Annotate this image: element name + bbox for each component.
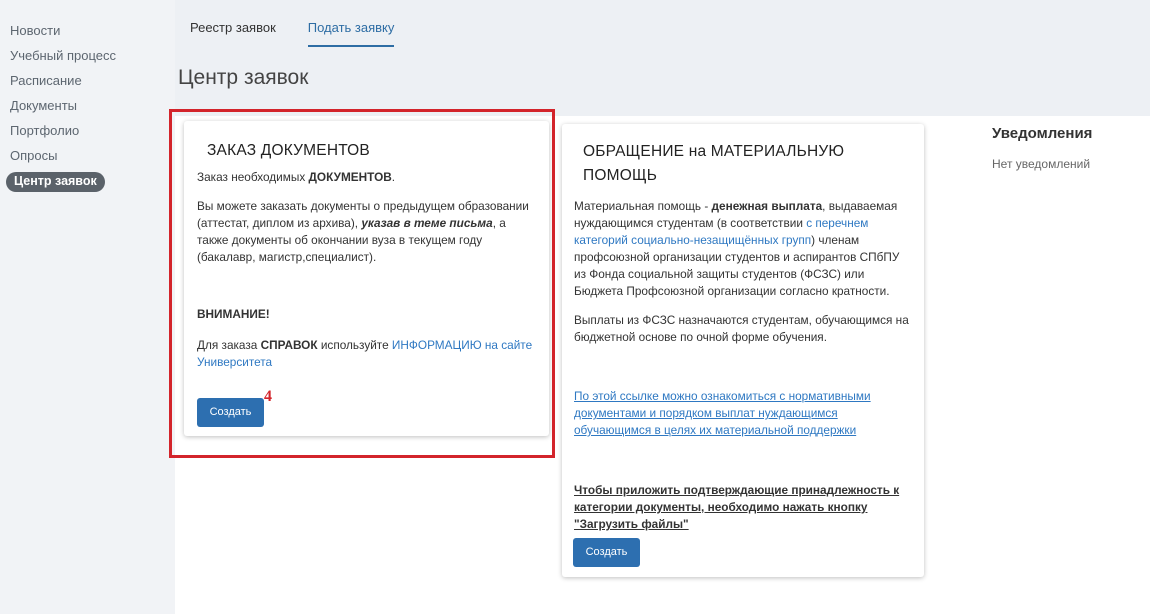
aid-bold: денежная выплата (711, 199, 823, 213)
payments-note: Выплаты из ФСЗС назначаются студентам, о… (574, 313, 909, 344)
sidebar-item-portfolio[interactable]: Портфолио (0, 122, 175, 139)
sidebar: Новости Учебный процесс Расписание Докум… (0, 0, 175, 614)
sidebar-item-request-center[interactable]: Центр заявок (6, 172, 105, 192)
notifications-empty-text: Нет уведомлений (992, 157, 1091, 171)
create-material-aid-button[interactable]: Создать (573, 538, 640, 567)
sidebar-item-surveys[interactable]: Опросы (0, 147, 175, 164)
regulations-link[interactable]: По этой ссылке можно ознакомиться с норм… (574, 389, 871, 437)
upload-instructions: Чтобы приложить подтверждающие принадлеж… (574, 482, 912, 533)
highlight-frame (169, 109, 555, 458)
page-title: Центр заявок (178, 66, 309, 89)
sidebar-item-study-process[interactable]: Учебный процесс (0, 47, 150, 64)
tab-request-registry[interactable]: Реестр заявок (190, 20, 276, 47)
tab-bar: Реестр заявок Подать заявку (190, 20, 395, 47)
regulations-paragraph: По этой ссылке можно ознакомиться с норм… (574, 388, 912, 439)
sidebar-item-schedule[interactable]: Расписание (0, 72, 175, 89)
title-line-1: ОБРАЩЕНИЕ на МАТЕРИАЛЬНУЮ (583, 143, 845, 160)
title-line-2: ПОМОЩЬ (583, 167, 658, 184)
step-number-label: 4 (264, 388, 272, 405)
material-aid-title: ОБРАЩЕНИЕ на МАТЕРИАЛЬНУЮ ПОМОЩЬ (583, 140, 912, 188)
aid-text: Материальная помощь - (574, 199, 712, 213)
upload-note-text: Чтобы приложить подтверждающие принадлеж… (574, 483, 900, 531)
sidebar-item-news[interactable]: Новости (0, 22, 175, 39)
notifications-title: Уведомления (992, 125, 1093, 142)
material-aid-card: ОБРАЩЕНИЕ на МАТЕРИАЛЬНУЮ ПОМОЩЬ Материал… (562, 124, 924, 577)
material-aid-description: Материальная помощь - денежная выплата, … (574, 198, 912, 300)
tab-submit-request[interactable]: Подать заявку (307, 20, 395, 47)
page-header: Реестр заявок Подать заявку Центр заявок (175, 0, 1150, 116)
sidebar-item-documents[interactable]: Документы (0, 97, 175, 114)
